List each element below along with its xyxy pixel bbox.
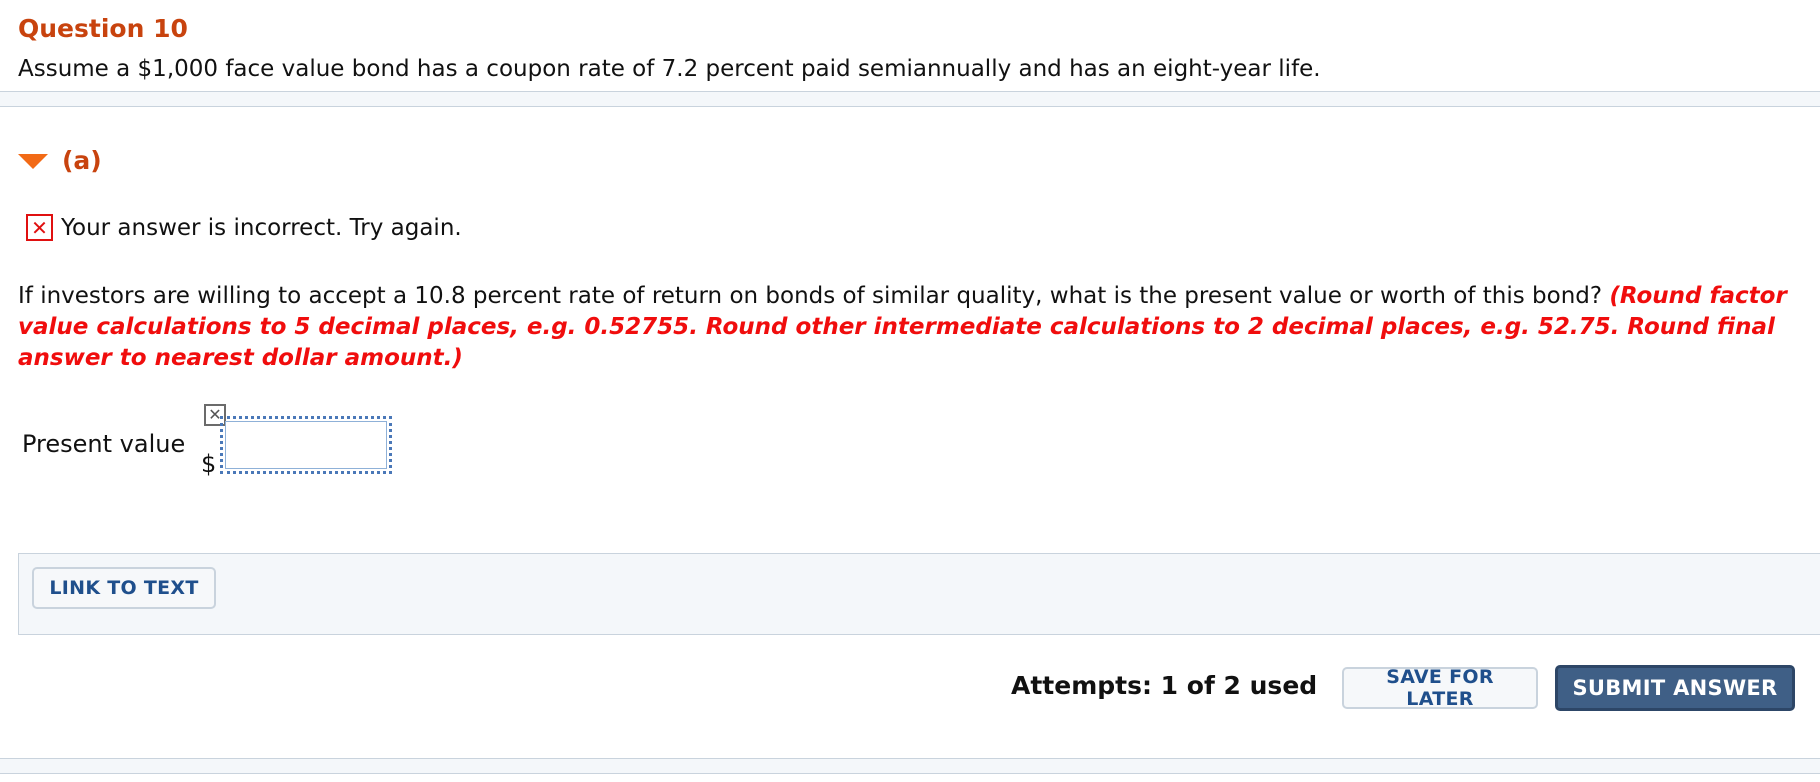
feedback-message: ✕ Your answer is incorrect. Try again. — [26, 214, 462, 241]
bottom-divider — [0, 758, 1820, 774]
part-question: If investors are willing to accept a 10.… — [18, 281, 1808, 374]
save-for-later-button[interactable]: SAVE FOR LATER — [1342, 666, 1538, 710]
present-value-label: Present value — [22, 430, 186, 458]
section-divider — [0, 91, 1820, 107]
part-question-text: If investors are willing to accept a 10.… — [18, 283, 1610, 309]
part-a-header[interactable]: (a) — [18, 146, 102, 175]
present-value-field-wrapper — [220, 416, 392, 474]
submit-answer-button[interactable]: SUBMIT ANSWER — [1555, 665, 1795, 711]
link-panel: LINK TO TEXT — [18, 553, 1820, 635]
present-value-input[interactable] — [225, 421, 387, 469]
part-label: (a) — [62, 146, 102, 175]
feedback-text: Your answer is incorrect. Try again. — [61, 214, 462, 241]
question-title: Question 10 — [18, 14, 188, 43]
currency-symbol: $ — [201, 450, 217, 478]
attempts-counter: Attempts: 1 of 2 used — [1011, 671, 1318, 700]
link-to-text-button[interactable]: LINK TO TEXT — [32, 567, 216, 609]
question-text: Assume a $1,000 face value bond has a co… — [18, 56, 1321, 82]
x-box-icon: ✕ — [26, 214, 53, 241]
triangle-down-icon[interactable] — [18, 154, 48, 169]
